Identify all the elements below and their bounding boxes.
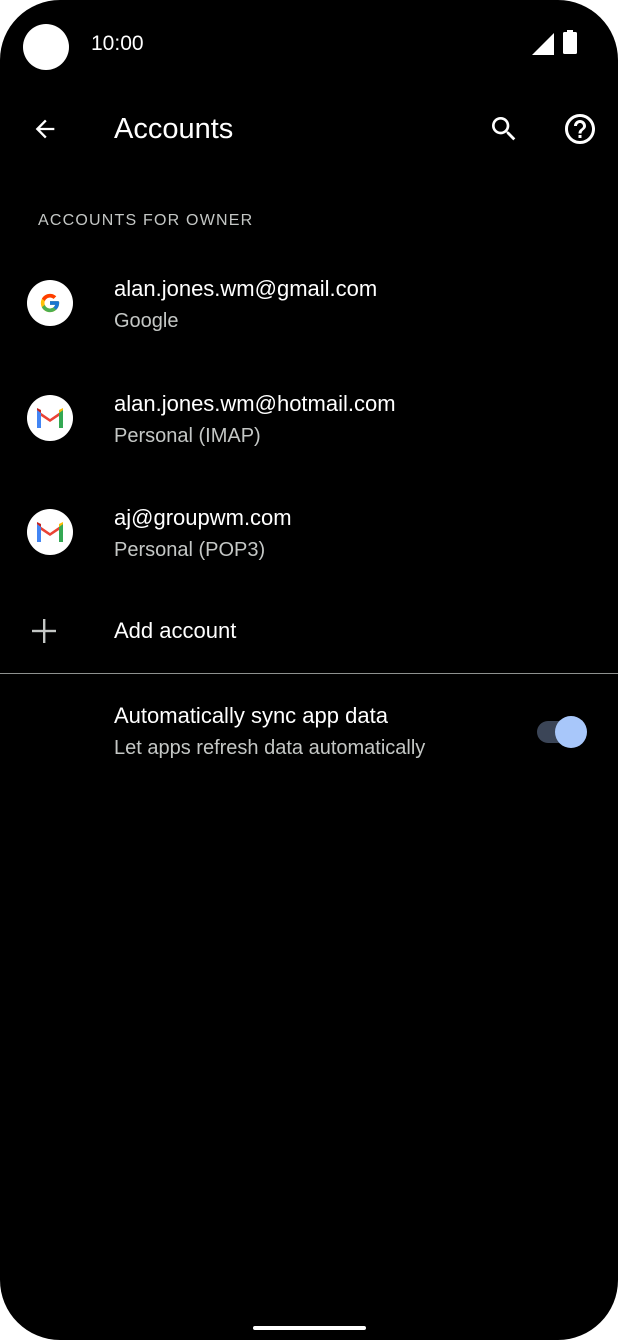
account-row-hotmail[interactable]: alan.jones.wm@hotmail.com Personal (IMAP… bbox=[0, 360, 618, 474]
auto-sync-title: Automatically sync app data bbox=[114, 703, 388, 728]
account-email: aj@groupwm.com bbox=[114, 505, 292, 530]
camera-cutout bbox=[23, 24, 69, 70]
gmail-m-icon bbox=[37, 408, 63, 428]
account-row-groupwm[interactable]: aj@groupwm.com Personal (POP3) bbox=[0, 474, 618, 588]
auto-sync-toggle[interactable] bbox=[537, 716, 589, 748]
section-header: ACCOUNTS FOR OWNER bbox=[38, 212, 254, 229]
gesture-nav-handle[interactable] bbox=[253, 1326, 366, 1330]
signal-icon bbox=[532, 33, 554, 55]
account-email: alan.jones.wm@hotmail.com bbox=[114, 391, 396, 416]
auto-sync-row[interactable]: Automatically sync app data Let apps ref… bbox=[0, 674, 618, 786]
account-type: Personal (POP3) bbox=[114, 539, 266, 561]
search-button[interactable] bbox=[481, 106, 527, 152]
back-button[interactable] bbox=[22, 106, 68, 152]
phone-screen: 10:00 Accounts ACCOUNTS FOR OWNER alan.j… bbox=[0, 0, 618, 1340]
gmail-m-icon bbox=[37, 522, 63, 542]
app-bar: Accounts bbox=[0, 96, 618, 162]
account-type: Google bbox=[114, 310, 179, 332]
add-account-label: Add account bbox=[114, 618, 237, 643]
toggle-thumb bbox=[555, 716, 587, 748]
plus-icon bbox=[32, 619, 56, 643]
auto-sync-summary: Let apps refresh data automatically bbox=[114, 737, 426, 759]
help-circle-icon bbox=[565, 114, 595, 144]
battery-icon bbox=[563, 30, 577, 54]
account-avatar bbox=[27, 280, 73, 326]
page-title: Accounts bbox=[114, 113, 234, 145]
account-type: Personal (IMAP) bbox=[114, 425, 261, 447]
account-row-gmail[interactable]: alan.jones.wm@gmail.com Google bbox=[0, 245, 618, 359]
arrow-left-icon bbox=[35, 119, 55, 139]
status-bar: 10:00 bbox=[0, 0, 618, 90]
account-avatar bbox=[27, 395, 73, 441]
account-email: alan.jones.wm@gmail.com bbox=[114, 276, 378, 301]
help-button[interactable] bbox=[557, 106, 603, 152]
add-account-button[interactable]: Add account bbox=[0, 590, 618, 674]
account-avatar bbox=[27, 509, 73, 555]
status-time: 10:00 bbox=[91, 32, 144, 55]
search-icon bbox=[492, 117, 516, 141]
google-g-icon bbox=[40, 293, 60, 313]
